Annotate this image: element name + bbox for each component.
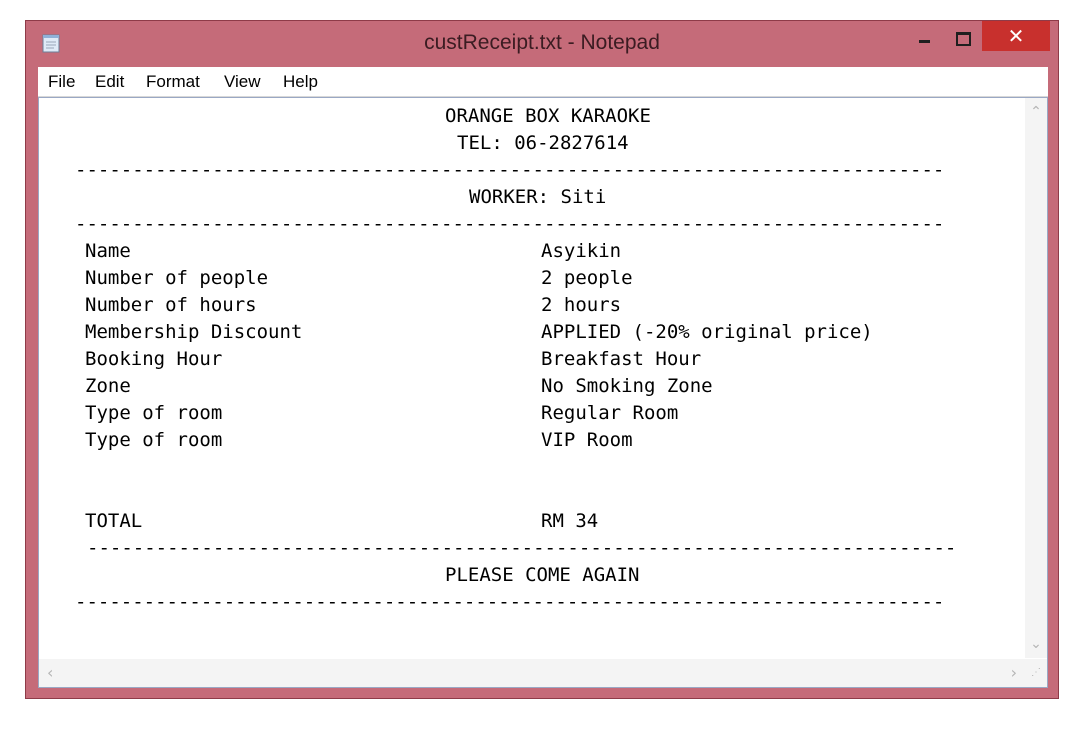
total-value: RM 34: [541, 510, 599, 532]
row-label: Name: [85, 240, 131, 262]
row-value: No Smoking Zone: [541, 375, 713, 397]
separator-line: ----------------------------------------…: [75, 591, 945, 613]
total-label: TOTAL: [85, 510, 143, 532]
row-label: Booking Hour: [85, 348, 223, 370]
minimize-icon[interactable]: [910, 27, 938, 49]
menu-file[interactable]: File: [48, 72, 75, 92]
scroll-right-icon[interactable]: ›: [1011, 663, 1017, 682]
receipt-header: ORANGE BOX KARAOKE: [445, 105, 651, 127]
row-value: Regular Room: [541, 402, 679, 424]
row-value: 2 hours: [541, 294, 622, 316]
receipt-worker: WORKER: Siti: [469, 186, 607, 208]
row-value: 2 people: [541, 267, 633, 289]
menu-view[interactable]: View: [224, 72, 261, 92]
menu-format[interactable]: Format: [146, 72, 200, 92]
row-value: APPLIED (-20% original price): [541, 321, 873, 343]
row-label: Type of room: [85, 402, 223, 424]
window-title: custReceipt.txt - Notepad: [424, 31, 660, 54]
menu-bar: File Edit Format View Help: [38, 67, 1048, 97]
row-value: Breakfast Hour: [541, 348, 702, 370]
row-label: Number of hours: [85, 294, 257, 316]
horizontal-scrollbar[interactable]: ‹ ›: [39, 659, 1025, 687]
separator-line: ----------------------------------------…: [87, 537, 957, 559]
scroll-left-icon[interactable]: ‹: [47, 663, 53, 682]
menu-help[interactable]: Help: [283, 72, 318, 92]
text-editor[interactable]: ORANGE BOX KARAOKE TEL: 06-2827614 -----…: [38, 97, 1048, 688]
separator-line: ----------------------------------------…: [75, 213, 945, 235]
scroll-up-icon[interactable]: ⌃: [1025, 104, 1047, 120]
close-icon[interactable]: ✕: [982, 21, 1050, 51]
row-label: Number of people: [85, 267, 269, 289]
row-label: Membership Discount: [85, 321, 303, 343]
receipt-tel: TEL: 06-2827614: [457, 132, 629, 154]
maximize-icon[interactable]: [949, 27, 977, 49]
vertical-scrollbar[interactable]: ⌃ ⌄: [1025, 98, 1047, 658]
row-label: Zone: [85, 375, 131, 397]
row-label: Type of room: [85, 429, 223, 451]
scroll-down-icon[interactable]: ⌄: [1025, 636, 1047, 652]
menu-edit[interactable]: Edit: [95, 72, 124, 92]
receipt-footer: PLEASE COME AGAIN: [445, 564, 640, 586]
title-bar[interactable]: custReceipt.txt - Notepad ✕: [26, 21, 1058, 67]
separator-line: ----------------------------------------…: [75, 159, 945, 181]
resize-grip-icon[interactable]: ⋰: [1025, 659, 1047, 687]
row-value: Asyikin: [541, 240, 622, 262]
row-value: VIP Room: [541, 429, 633, 451]
notepad-window: custReceipt.txt - Notepad ✕ File Edit Fo…: [25, 20, 1059, 699]
